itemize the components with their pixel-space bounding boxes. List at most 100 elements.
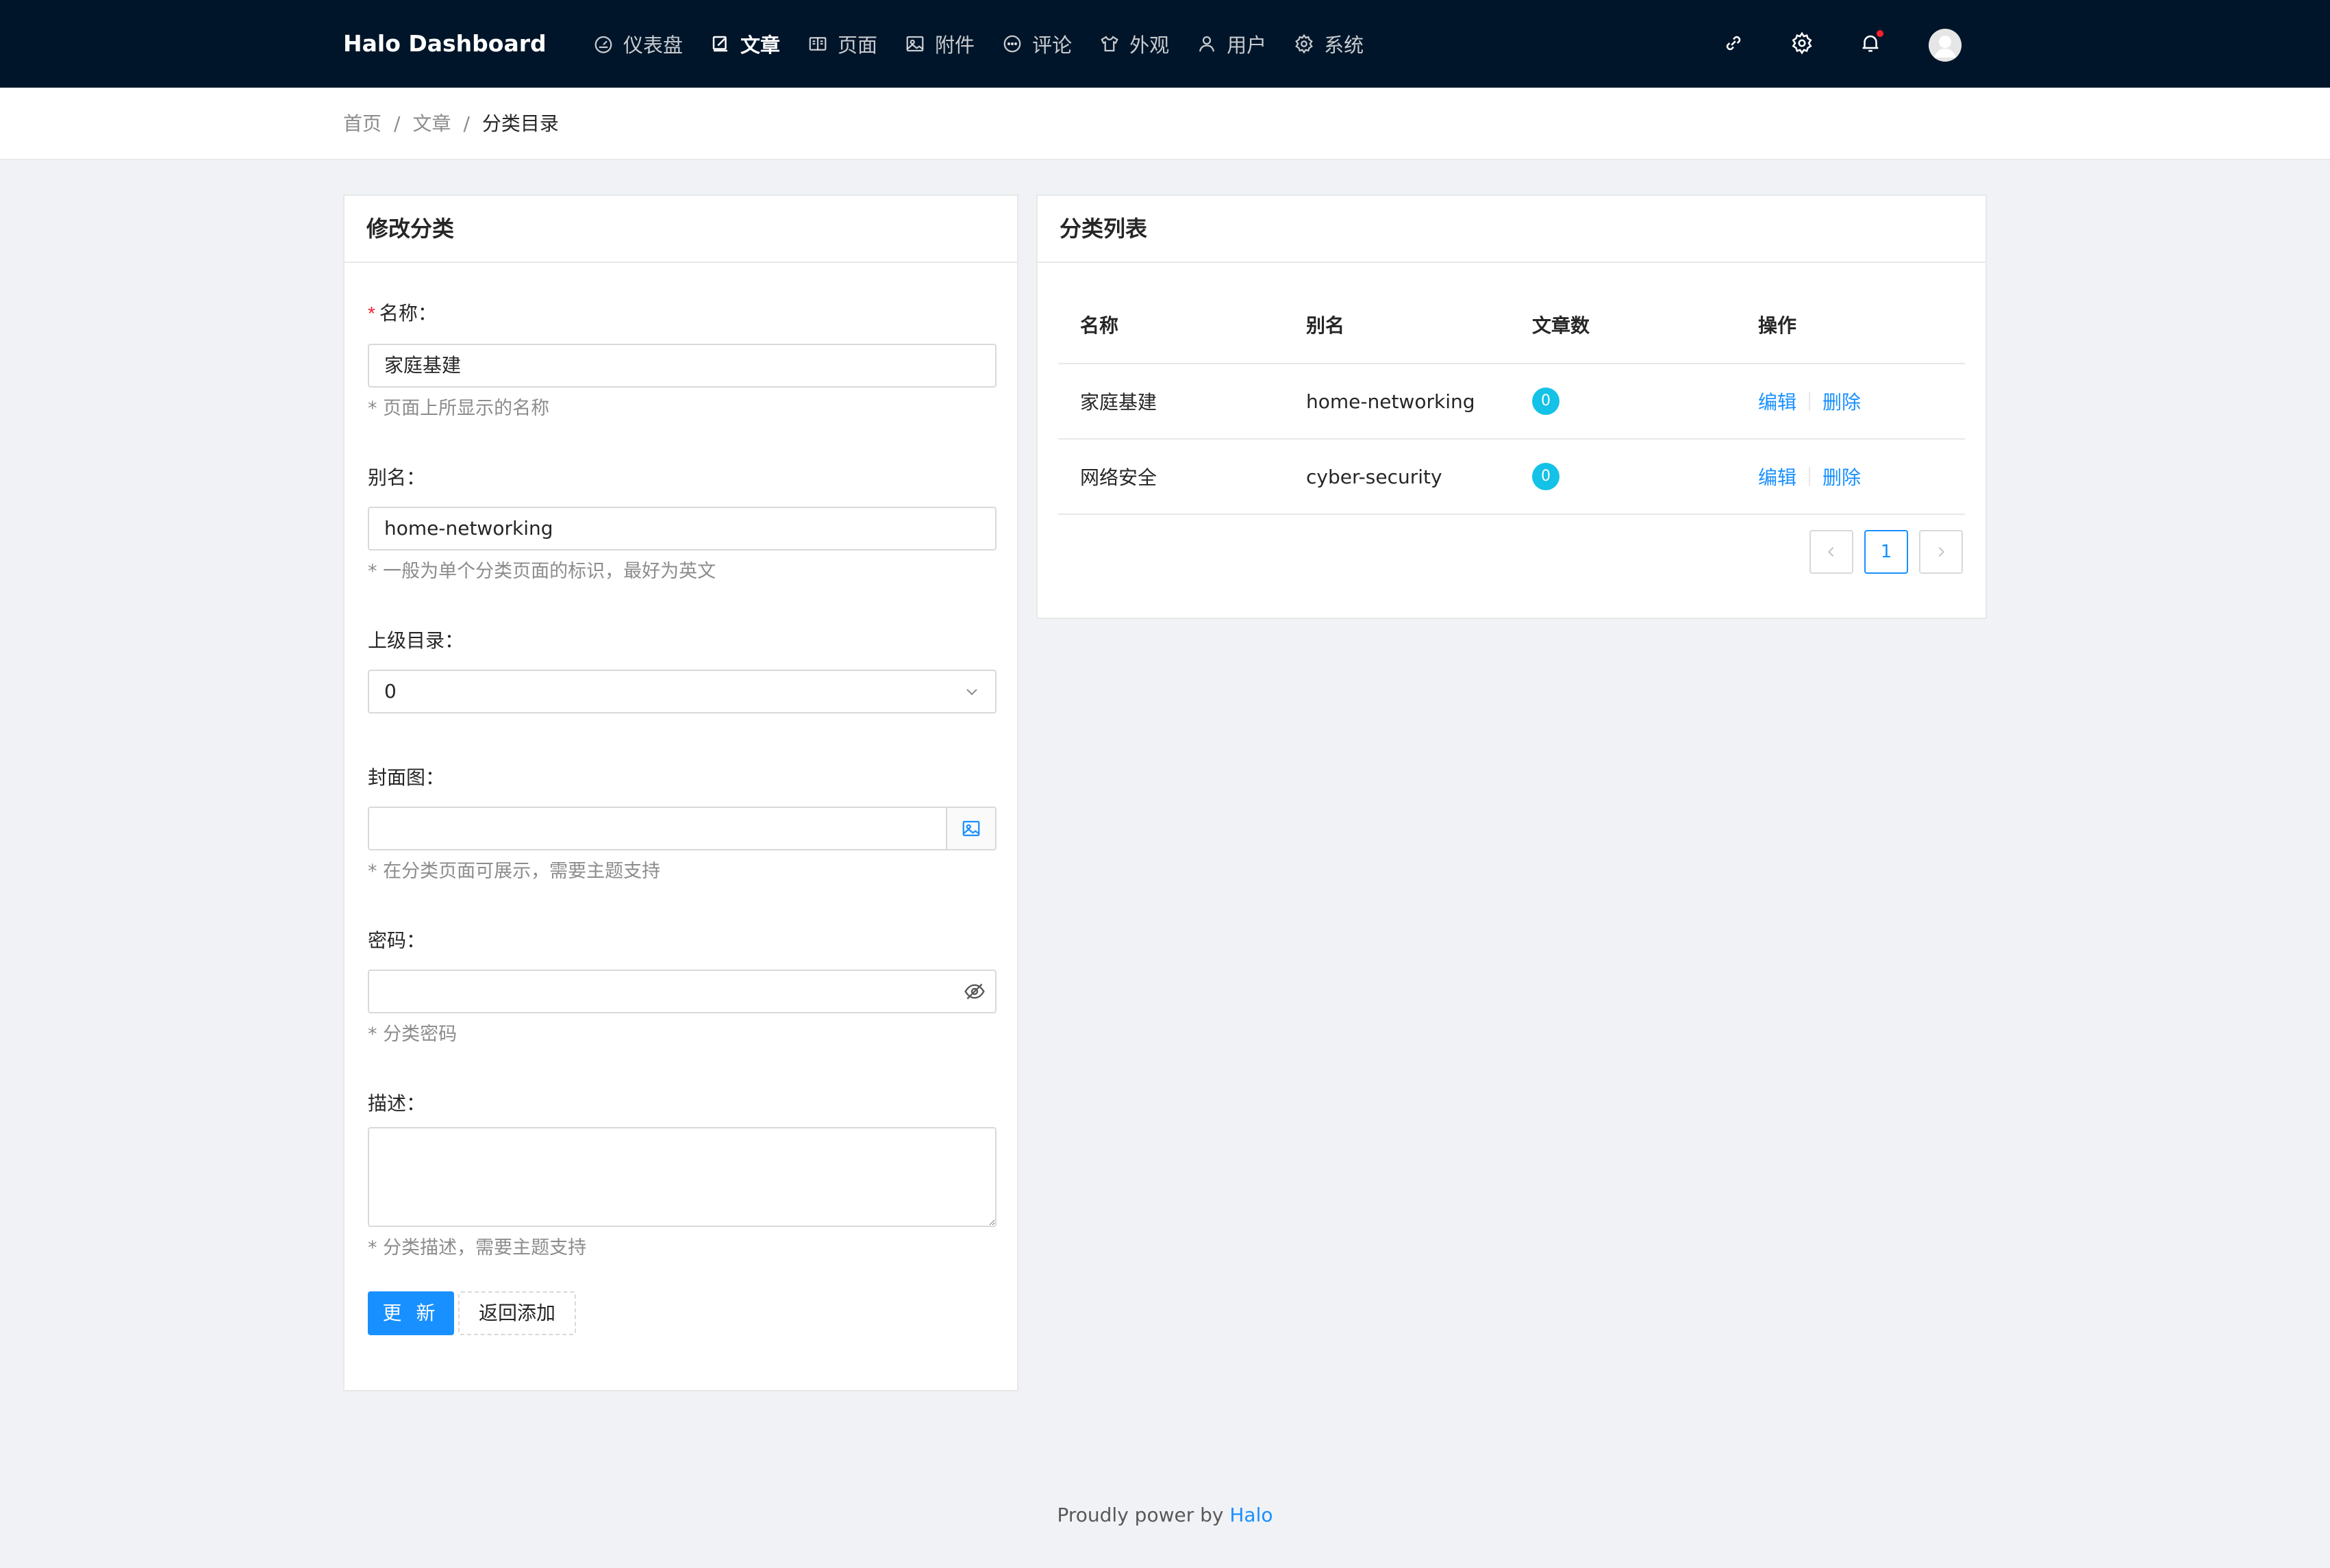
back-to-add-button[interactable]: 返回添加 [458,1291,576,1335]
link-icon [1726,36,1741,51]
category-slug: cyber-security [1306,465,1442,488]
nav-label: 用户 [1227,34,1267,57]
nav-item-system[interactable]: 系统 [1294,0,1391,88]
name-label: * 名称： [368,299,437,326]
dashboard-icon [594,36,612,53]
skin-icon [1101,36,1118,52]
category-table: 名称 别名 文章数 操作 家庭基建 home-networking 0 编辑 删除… [1058,286,1965,515]
picture-icon [906,36,924,52]
avatar[interactable] [1929,29,1962,62]
breadcrumb-current: 分类目录 [481,112,559,135]
picture-icon [962,820,980,837]
edit-category-card: 修改分类 * 名称： 家庭基建 * 页面上所显示的名称 别名： home-netw… [343,194,1018,1391]
slug-help: * 一般为单个分类页面的标识，最好为英文 [368,561,716,582]
nav-label: 评论 [1032,34,1073,57]
next-page-button[interactable] [1919,530,1963,574]
column-header-name: 名称 [1080,314,1119,337]
nav-item-pages[interactable]: 页面 [807,0,905,88]
name-label-text: 名称： [379,302,437,325]
description-textarea[interactable] [368,1127,997,1227]
password-help: * 分类密码 [368,1024,458,1045]
eye-invisible-icon[interactable] [964,981,986,1002]
delete-link[interactable]: 删除 [1822,463,1861,490]
nav-item-posts[interactable]: 文章 [710,0,807,88]
setting-icon [1295,34,1313,54]
table-header: 名称 别名 文章数 操作 [1058,286,1965,364]
user-icon [1199,36,1215,52]
setting-icon [1792,31,1812,55]
edit-link[interactable]: 编辑 [1758,463,1796,490]
nav-label: 页面 [838,34,878,57]
required-mark: * [368,303,375,324]
password-label: 密码： [368,929,426,952]
post-count: 0 [1532,364,1559,438]
notification-dot [1875,29,1885,38]
link-button[interactable] [1722,31,1745,55]
breadcrumb-separator: / [463,112,470,135]
nav-label: 系统 [1324,34,1364,57]
top-header: Halo Dashboard 仪表盘 文章 页面 附件 评论 外观 用户 系统 [0,0,2330,88]
notification-button[interactable] [1859,29,1885,55]
settings-button[interactable] [1790,31,1814,55]
nav-item-users[interactable]: 用户 [1197,0,1294,88]
card-title: 修改分类 [345,196,1017,263]
parent-select-value: 0 [384,680,397,703]
row-actions: 编辑 删除 [1758,364,1861,438]
update-button[interactable]: 更 新 [368,1291,454,1335]
cover-input[interactable] [368,807,997,850]
category-name: 网络安全 [1080,466,1157,489]
post-count: 0 [1532,440,1559,514]
password-input[interactable] [368,970,997,1013]
category-name: 家庭基建 [1080,391,1157,414]
slug-label: 别名： [368,466,426,489]
action-divider [1809,467,1811,486]
category-slug: home-networking [1306,390,1475,413]
column-header-slug: 别名 [1306,314,1345,337]
read-icon [809,37,827,51]
column-header-count: 文章数 [1532,314,1590,337]
breadcrumb-posts[interactable]: 文章 [412,112,451,135]
chevron-left-icon [1828,546,1834,557]
prev-page-button[interactable] [1809,530,1853,574]
nav-label: 外观 [1129,34,1170,57]
message-icon [1003,35,1021,53]
slug-input[interactable]: home-networking [368,507,997,551]
nav-item-dashboard[interactable]: 仪表盘 [593,0,710,88]
edit-link[interactable]: 编辑 [1758,388,1796,415]
card-title: 分类列表 [1038,196,1985,263]
edit-icon [712,36,728,52]
breadcrumb-separator: / [394,112,401,135]
description-help: * 分类描述，需要主题支持 [368,1237,587,1259]
breadcrumb-home[interactable]: 首页 [343,112,381,135]
row-actions: 编辑 删除 [1758,440,1861,514]
name-help: * 页面上所显示的名称 [368,398,550,419]
nav-item-appearance[interactable]: 外观 [1099,0,1197,88]
footer-text: Proudly power by [1057,1504,1230,1526]
page-1-button[interactable]: 1 [1864,530,1908,574]
parent-select[interactable]: 0 [368,670,997,713]
nav-item-comments[interactable]: 评论 [1002,0,1099,88]
breadcrumb-bar: 首页 / 文章 / 分类目录 [0,88,2330,160]
footer: Proudly power by Halo [0,1504,2330,1526]
count-badge: 0 [1532,388,1559,415]
brand-logo[interactable]: Halo Dashboard [343,0,547,88]
description-label: 描述： [368,1092,426,1115]
main-nav: 仪表盘 文章 页面 附件 评论 外观 用户 系统 [593,0,1391,88]
chevron-down-icon [966,689,977,696]
count-badge: 0 [1532,463,1559,490]
nav-label: 附件 [935,34,975,57]
breadcrumb: 首页 / 文章 / 分类目录 [343,88,559,160]
delete-link[interactable]: 删除 [1822,388,1861,415]
table-row: 家庭基建 home-networking 0 编辑 删除 [1058,364,1965,440]
nav-label: 文章 [740,34,781,57]
name-input[interactable]: 家庭基建 [368,344,997,388]
cover-label: 封面图： [368,766,445,789]
table-row: 网络安全 cyber-security 0 编辑 删除 [1058,440,1965,515]
footer-halo-link[interactable]: Halo [1229,1504,1273,1526]
chevron-right-icon [1938,546,1944,557]
cover-picker-button[interactable] [946,808,995,849]
nav-label: 仪表盘 [623,34,684,57]
nav-item-attachments[interactable]: 附件 [905,0,1002,88]
parent-label: 上级目录： [368,629,464,652]
user-avatar-icon [1929,29,1962,62]
